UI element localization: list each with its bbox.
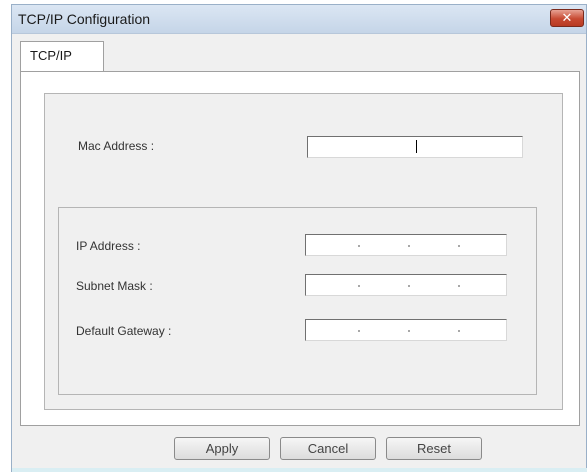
- octet-separator: [408, 330, 410, 332]
- subnet-mask-input[interactable]: [305, 274, 507, 296]
- default-gateway-label: Default Gateway :: [76, 324, 172, 338]
- reset-button[interactable]: Reset: [386, 437, 482, 460]
- mac-address-label: Mac Address :: [78, 139, 155, 153]
- close-icon: ✕: [561, 10, 573, 25]
- octet-separator: [358, 285, 360, 287]
- cancel-button[interactable]: Cancel: [280, 437, 376, 460]
- ip-settings-group: IP Address : Subnet Mask : Default Gatew…: [58, 207, 537, 395]
- octet-separator: [408, 245, 410, 247]
- ip-address-label: IP Address :: [76, 239, 141, 253]
- octet-separator: [458, 330, 460, 332]
- octet-separator: [408, 285, 410, 287]
- tab-tcpip-label: TCP/IP: [30, 48, 72, 63]
- apply-button[interactable]: Apply: [174, 437, 270, 460]
- octet-separator: [358, 330, 360, 332]
- tab-tcpip[interactable]: TCP/IP: [20, 41, 104, 72]
- tcpip-configuration-dialog: TCP/IP Configuration ✕ TCP/IP Mac Addres…: [11, 4, 587, 472]
- octet-separator: [458, 285, 460, 287]
- text-caret: [416, 140, 417, 153]
- mac-address-input[interactable]: [307, 136, 523, 158]
- octet-separator: [358, 245, 360, 247]
- octet-separator: [458, 245, 460, 247]
- settings-group: Mac Address : IP Address : Subnet Mask :: [44, 93, 563, 410]
- title-bar: TCP/IP Configuration ✕: [12, 5, 586, 34]
- bottom-border: [12, 468, 587, 472]
- default-gateway-input[interactable]: [305, 319, 507, 341]
- tab-panel: Mac Address : IP Address : Subnet Mask :: [20, 71, 580, 426]
- window-title: TCP/IP Configuration: [18, 11, 151, 27]
- close-button[interactable]: ✕: [550, 9, 584, 27]
- subnet-mask-label: Subnet Mask :: [76, 279, 153, 293]
- ip-address-input[interactable]: [305, 234, 507, 256]
